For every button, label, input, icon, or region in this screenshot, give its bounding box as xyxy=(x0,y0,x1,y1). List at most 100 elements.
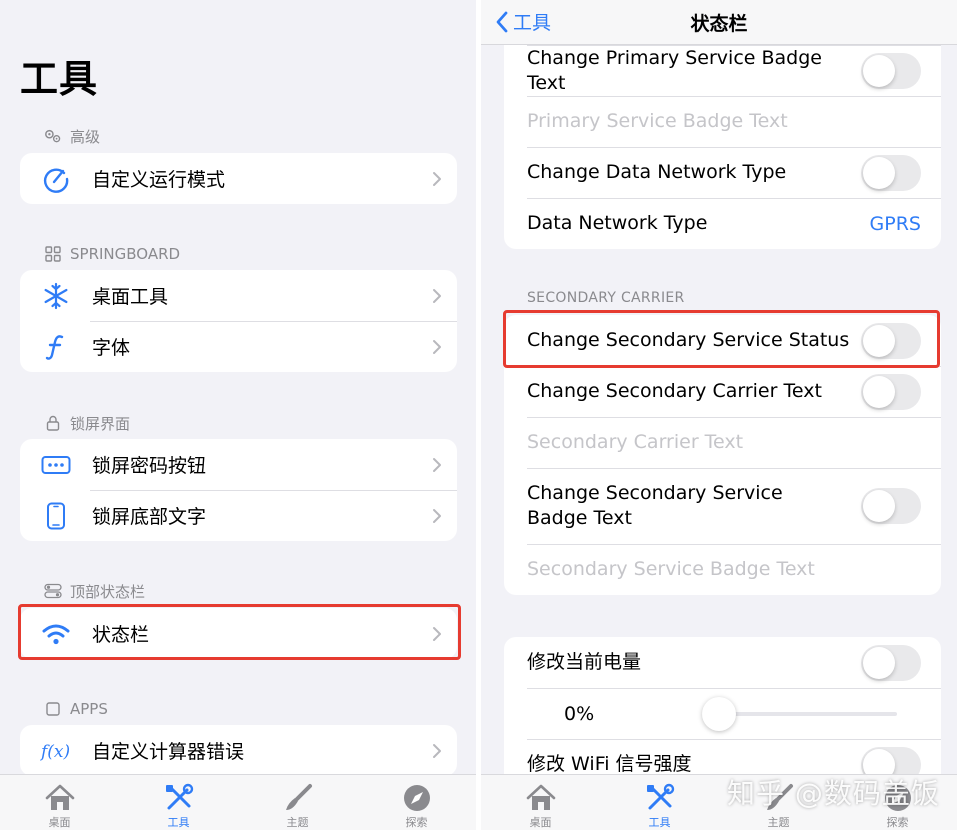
compass-icon xyxy=(402,781,432,814)
section-header-lockscreen: 锁屏界面 xyxy=(44,412,130,434)
section-header-label: SPRINGBOARD xyxy=(70,245,181,263)
row-change-secondary-carrier-text[interactable]: Change Secondary Carrier Text xyxy=(504,366,941,417)
font-icon xyxy=(20,333,92,361)
tab-tools[interactable]: 工具 xyxy=(600,775,719,830)
nav-title: 状态栏 xyxy=(690,13,748,35)
group-statusbar: 状态栏 xyxy=(20,608,457,659)
battery-value: 0% xyxy=(564,702,595,725)
chevron-right-icon xyxy=(417,457,457,473)
tab-label: 主题 xyxy=(767,816,790,829)
group-primary-carrier: Change Primary Service Badge Text Primar… xyxy=(504,30,941,249)
toggle-switch[interactable] xyxy=(861,373,921,410)
secondary-badge-text-field[interactable]: Secondary Service Badge Text xyxy=(527,557,921,582)
gauge-icon xyxy=(20,165,92,193)
tab-label: 工具 xyxy=(648,816,671,829)
tools-icon xyxy=(644,781,676,814)
list-item-label: 锁屏底部文字 xyxy=(92,506,207,528)
row-change-primary-badge-text[interactable]: Change Primary Service Badge Text xyxy=(504,45,941,96)
chevron-right-icon xyxy=(417,626,457,642)
list-item-status-bar[interactable]: 状态栏 xyxy=(20,608,457,659)
square-icon xyxy=(44,701,62,717)
toggle-switch[interactable] xyxy=(861,644,921,681)
chevron-right-icon xyxy=(417,339,457,355)
section-header-label: 锁屏界面 xyxy=(70,414,131,433)
secondary-carrier-text-field[interactable]: Secondary Carrier Text xyxy=(527,430,921,455)
section-header-secondary-carrier: SECONDARY CARRIER xyxy=(527,290,685,306)
primary-badge-text-field[interactable]: Primary Service Badge Text xyxy=(527,109,921,134)
section-header-apps: APPS xyxy=(44,698,108,720)
battery-slider-thumb[interactable] xyxy=(702,697,736,731)
row-label: Change Primary Service Badge Text xyxy=(527,46,822,94)
gears-icon xyxy=(44,128,62,144)
chevron-right-icon xyxy=(417,171,457,187)
toggle-switch[interactable] xyxy=(861,488,921,524)
list-item-passcode-button[interactable]: 锁屏密码按钮 xyxy=(20,439,457,490)
group-advanced: 自定义运行模式 xyxy=(20,153,457,204)
brush-icon xyxy=(283,781,313,814)
wifi-icon xyxy=(20,622,92,646)
tab-tools[interactable]: 工具 xyxy=(119,775,238,830)
list-item-label: 状态栏 xyxy=(92,624,150,646)
chevron-right-icon xyxy=(417,288,457,304)
section-header-statusbar: 顶部状态栏 xyxy=(44,580,145,602)
row-label: Data Network Type xyxy=(527,212,708,234)
group-apps: f(x) 自定义计算器错误 xyxy=(20,725,457,776)
list-item-label: 锁屏密码按钮 xyxy=(92,455,207,477)
lock-icon xyxy=(44,415,62,431)
list-item-label: 桌面工具 xyxy=(92,286,169,308)
row-change-secondary-service-status[interactable]: Change Secondary Service Status xyxy=(504,315,941,366)
tools-icon xyxy=(163,781,195,814)
toggle-switch[interactable] xyxy=(861,52,921,89)
row-data-network-type[interactable]: Data Network Type GPRS xyxy=(504,198,941,249)
list-item-desktop-tools[interactable]: 桌面工具 xyxy=(20,270,457,321)
phone-icon xyxy=(20,502,92,530)
chevron-right-icon xyxy=(417,743,457,759)
tab-label: 探索 xyxy=(886,816,909,829)
tab-label: 探索 xyxy=(405,816,428,829)
tab-explore[interactable]: 探索 xyxy=(357,775,476,830)
row-label: Change Secondary Service Badge Text xyxy=(527,482,783,529)
section-header-label: APPS xyxy=(70,700,108,718)
chevron-right-icon xyxy=(417,508,457,524)
row-change-data-network-type[interactable]: Change Data Network Type xyxy=(504,147,941,198)
list-item-calculator-error[interactable]: f(x) 自定义计算器错误 xyxy=(20,725,457,776)
row-primary-badge-text-input[interactable]: Primary Service Badge Text xyxy=(504,96,941,147)
section-header-springboard: SPRINGBOARD xyxy=(44,243,180,265)
section-header-label: 高级 xyxy=(70,127,101,146)
tab-label: 工具 xyxy=(167,816,190,829)
row-change-battery[interactable]: 修改当前电量 xyxy=(504,637,941,688)
list-item-label: 字体 xyxy=(92,337,131,359)
list-item-font[interactable]: 字体 xyxy=(20,321,457,372)
list-item-label: 自定义运行模式 xyxy=(92,169,226,191)
page-title: 工具 xyxy=(20,57,99,101)
tab-desktop[interactable]: 桌面 xyxy=(481,775,600,830)
list-item-lockscreen-footer-text[interactable]: 锁屏底部文字 xyxy=(20,490,457,541)
row-secondary-badge-text-input[interactable]: Secondary Service Badge Text xyxy=(504,544,941,595)
tab-label: 桌面 xyxy=(48,816,71,829)
list-item-label: 自定义计算器错误 xyxy=(92,741,245,763)
function-icon: f(x) xyxy=(20,740,92,762)
row-label: Change Secondary Carrier Text xyxy=(527,380,822,402)
list-item-custom-run-mode[interactable]: 自定义运行模式 xyxy=(20,153,457,204)
network-type-value[interactable]: GPRS xyxy=(870,213,921,235)
section-header-advanced: 高级 xyxy=(44,125,100,147)
house-icon xyxy=(44,781,76,814)
row-secondary-carrier-text-input[interactable]: Secondary Carrier Text xyxy=(504,417,941,468)
toggle-switch[interactable] xyxy=(861,322,921,359)
house-icon xyxy=(525,781,557,814)
section-header-label: 顶部状态栏 xyxy=(70,582,146,601)
row-change-secondary-badge-text[interactable]: Change Secondary Service Badge Text xyxy=(504,468,941,544)
row-battery-slider: 0% xyxy=(504,688,941,739)
tab-desktop[interactable]: 桌面 xyxy=(0,775,119,830)
svg-text:f(x): f(x) xyxy=(40,742,70,762)
row-label: 修改当前电量 xyxy=(527,651,642,673)
snowflake-icon xyxy=(20,282,92,310)
group-lockscreen: 锁屏密码按钮 锁屏底部文字 xyxy=(20,439,457,541)
toggle-switch[interactable] xyxy=(861,154,921,191)
group-battery-wifi: 修改当前电量 0% 修改 WiFi 信号强度 xyxy=(504,637,941,790)
tab-theme[interactable]: 主题 xyxy=(238,775,357,830)
group-springboard: 桌面工具 字体 xyxy=(20,270,457,372)
tools-screen: 工具 高级 自定义运行模式 SPRINGBOARD 桌面工具 字体 锁屏界面 锁… xyxy=(0,0,476,830)
row-label: Change Data Network Type xyxy=(527,161,787,183)
tab-label: 主题 xyxy=(286,816,309,829)
